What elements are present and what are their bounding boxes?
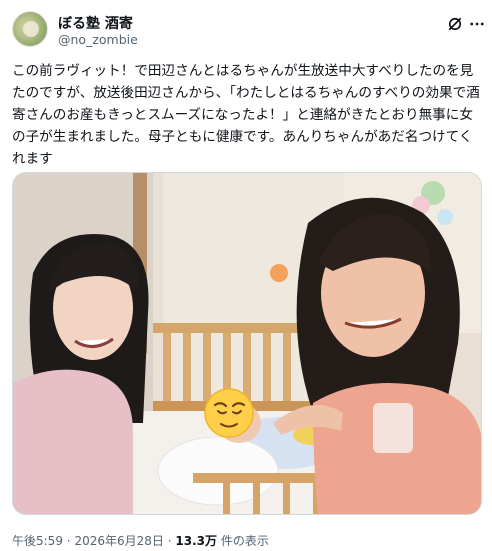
display-name[interactable]: ぼる塾 酒寄 <box>58 13 133 33</box>
post-photo[interactable] <box>12 172 482 515</box>
user-handle[interactable]: @no_zombie <box>58 32 138 47</box>
photo-illustration <box>13 173 481 514</box>
meta-separator: · <box>66 534 71 548</box>
post-header: ぼる塾 酒寄 @no_zombie <box>12 11 484 51</box>
views-count: 13.3万 <box>175 534 217 548</box>
grok-icon[interactable] <box>446 15 464 33</box>
more-icon[interactable] <box>468 15 486 33</box>
avatar[interactable] <box>12 11 48 47</box>
relieved-face-emoji <box>204 388 254 438</box>
post-text: この前ラヴィット！で田辺さんとはるちゃんが生放送中大すべりしたのを見たのですが、… <box>12 63 480 167</box>
post-time[interactable]: 午後5:59 <box>12 534 63 548</box>
post-metadata: 午後5:59 · 2026年6月28日 · 13.3万 件の表示 <box>12 532 269 549</box>
views-label: 件の表示 <box>220 534 269 548</box>
post-date[interactable]: 2026年6月28日 <box>74 534 163 548</box>
meta-separator-2: · <box>167 534 172 548</box>
